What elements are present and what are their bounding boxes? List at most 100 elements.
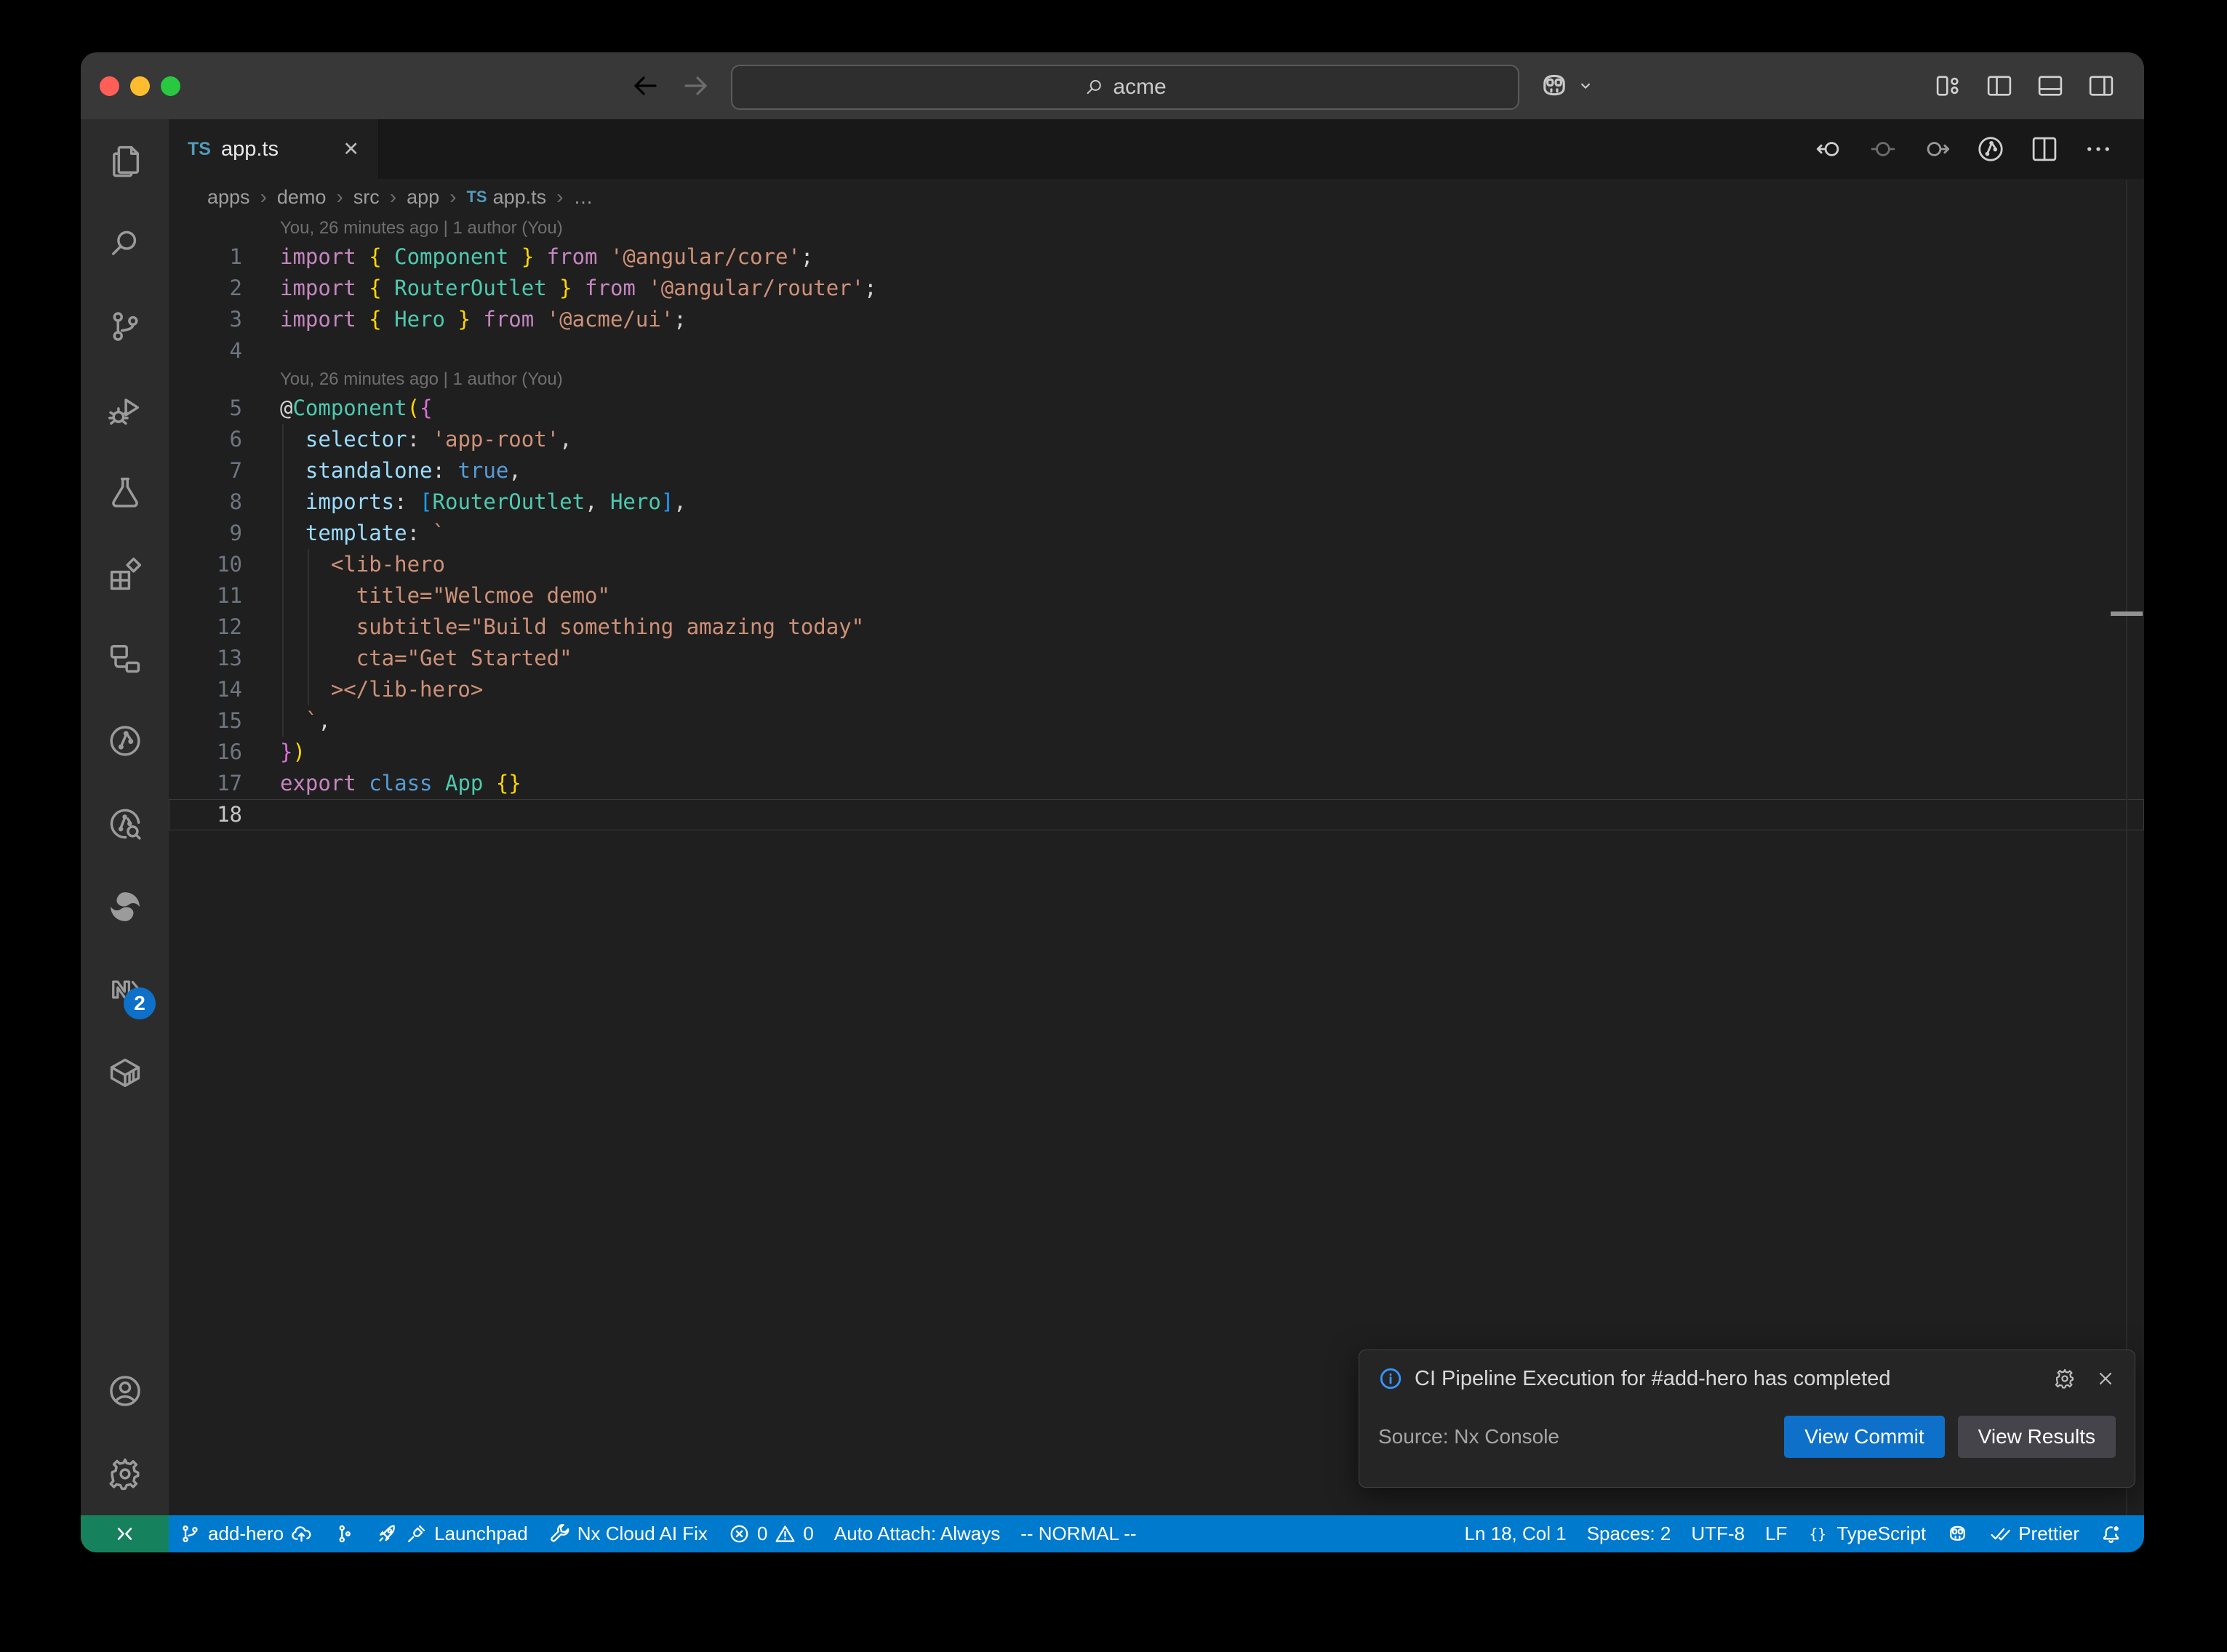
activity-run-debug[interactable] bbox=[81, 368, 169, 451]
back-button[interactable] bbox=[628, 68, 663, 103]
code-text: `, bbox=[242, 705, 331, 737]
error-circle-icon bbox=[728, 1523, 751, 1545]
copilot-icon bbox=[1946, 1523, 1969, 1545]
code-line-13: 13 cta="Get Started" bbox=[169, 643, 2144, 674]
notification-close-icon[interactable] bbox=[2095, 1368, 2116, 1389]
search-icon bbox=[1084, 76, 1105, 98]
breadcrumb-separator: › bbox=[556, 185, 563, 209]
code-text bbox=[242, 335, 280, 366]
status-formatter-prettier[interactable]: Prettier bbox=[1979, 1515, 2090, 1552]
git-blame-annotation[interactable]: You, 26 minutes ago | 1 author (You) bbox=[169, 215, 2144, 241]
toggle-panel-button[interactable] bbox=[2035, 71, 2066, 101]
window-controls bbox=[100, 76, 180, 96]
status-notifications-bell[interactable] bbox=[2090, 1515, 2132, 1552]
code-line-1: 1import { Component } from '@angular/cor… bbox=[169, 241, 2144, 273]
activity-swirl-extension[interactable] bbox=[81, 865, 169, 948]
activity-containers[interactable] bbox=[81, 1031, 169, 1114]
activity-gitlens-inspect[interactable] bbox=[81, 699, 169, 782]
notification-title: CI Pipeline Execution for #add-hero has … bbox=[1415, 1367, 2042, 1391]
close-tab-icon[interactable]: ✕ bbox=[343, 138, 359, 161]
activity-project-explorer[interactable] bbox=[81, 617, 169, 699]
code-text: @Component({ bbox=[242, 393, 433, 424]
status-eol-label: LF bbox=[1765, 1523, 1787, 1545]
tab-label: app.ts bbox=[221, 137, 279, 161]
more-actions-button[interactable] bbox=[2083, 134, 2114, 164]
status-commit-graph[interactable] bbox=[323, 1515, 366, 1552]
activity-explorer[interactable] bbox=[81, 119, 169, 202]
status-indentation[interactable]: Spaces: 2 bbox=[1577, 1515, 1682, 1552]
go-previous-change-button[interactable] bbox=[1814, 134, 1844, 164]
forward-button[interactable] bbox=[679, 68, 713, 103]
breadcrumb-item-app[interactable]: app bbox=[407, 186, 439, 209]
changes-button[interactable] bbox=[1868, 134, 1898, 164]
go-next-change-button[interactable] bbox=[1922, 134, 1952, 164]
view-results-button[interactable]: View Results bbox=[1958, 1416, 2116, 1458]
status-indentation-label: Spaces: 2 bbox=[1587, 1523, 1671, 1545]
code-line-16: 16}) bbox=[169, 737, 2144, 768]
breadcrumb-separator: › bbox=[336, 185, 343, 209]
toggle-secondary-sidebar-button[interactable] bbox=[2086, 71, 2116, 101]
status-encoding[interactable]: UTF-8 bbox=[1681, 1515, 1755, 1552]
breadcrumb-item-src[interactable]: src bbox=[353, 186, 380, 209]
code-line-17: 17export class App {} bbox=[169, 768, 2144, 799]
status-nx-cloud-ai-fix[interactable]: Nx Cloud AI Fix bbox=[538, 1515, 718, 1552]
activity-testing[interactable] bbox=[81, 451, 169, 534]
line-number: 1 bbox=[169, 241, 242, 273]
status-language-mode-label: TypeScript bbox=[1836, 1523, 1926, 1545]
activity-source-control[interactable] bbox=[81, 285, 169, 368]
breadcrumb-item-apps[interactable]: apps bbox=[207, 186, 250, 209]
activity-nx-console[interactable]: 2 bbox=[81, 948, 169, 1031]
status-launchpad[interactable]: Launchpad bbox=[366, 1515, 538, 1552]
activity-gitlens-search-compare[interactable] bbox=[81, 782, 169, 865]
command-center[interactable]: acme bbox=[731, 65, 1519, 110]
bell-dot-icon bbox=[2100, 1523, 2122, 1545]
code-line-18: 18 bbox=[169, 799, 2144, 830]
code-text: selector: 'app-root', bbox=[242, 424, 572, 455]
notification-settings-icon[interactable] bbox=[2053, 1367, 2076, 1390]
code-text: imports: [RouterOutlet, Hero], bbox=[242, 486, 687, 518]
activity-extensions[interactable] bbox=[81, 534, 169, 617]
status-left: add-hero Launchpad Nx Cloud AI Fix 00Auto A… bbox=[169, 1515, 1147, 1552]
activity-bar: 2 bbox=[81, 119, 169, 1515]
activity-accounts[interactable] bbox=[81, 1350, 169, 1432]
status-bar: add-hero Launchpad Nx Cloud AI Fix 00Auto A… bbox=[81, 1515, 2144, 1552]
status-vim-mode[interactable]: -- NORMAL -- bbox=[1010, 1515, 1146, 1552]
copilot-menu[interactable] bbox=[1538, 70, 1595, 102]
status-problems[interactable]: 00 bbox=[718, 1515, 824, 1552]
view-commit-button[interactable]: View Commit bbox=[1784, 1416, 1944, 1458]
customize-layout-button[interactable] bbox=[1933, 71, 1964, 101]
status-language-mode[interactable]: {} TypeScript bbox=[1797, 1515, 1936, 1552]
status-eol[interactable]: LF bbox=[1755, 1515, 1797, 1552]
breadcrumb-item-demo[interactable]: demo bbox=[277, 186, 327, 209]
close-window-button[interactable] bbox=[100, 76, 119, 96]
activity-search[interactable] bbox=[81, 202, 169, 285]
minimize-window-button[interactable] bbox=[130, 76, 150, 96]
git-blame-annotation[interactable]: You, 26 minutes ago | 1 author (You) bbox=[169, 366, 2144, 393]
activity-settings[interactable] bbox=[81, 1432, 169, 1515]
svg-text:{}: {} bbox=[1810, 1526, 1826, 1543]
code-editor[interactable]: You, 26 minutes ago | 1 author (You)1imp… bbox=[169, 215, 2144, 830]
status-cursor-position[interactable]: Ln 18, Col 1 bbox=[1454, 1515, 1576, 1552]
braces-icon: {} bbox=[1807, 1523, 1830, 1545]
line-number: 12 bbox=[169, 612, 242, 643]
tab-app-ts[interactable]: TS app.ts ✕ bbox=[169, 119, 379, 179]
activity-nx-console-badge: 2 bbox=[124, 987, 156, 1019]
commit-graph-icon bbox=[333, 1523, 356, 1545]
rocket-icon bbox=[376, 1523, 399, 1545]
breadcrumb-item-app-ts[interactable]: TSapp.ts bbox=[466, 186, 546, 209]
status-copilot-status[interactable] bbox=[1936, 1515, 1979, 1552]
split-editor-button[interactable] bbox=[2029, 134, 2060, 164]
zoom-window-button[interactable] bbox=[161, 76, 180, 96]
toggle-primary-sidebar-button[interactable] bbox=[1984, 71, 2015, 101]
line-number: 14 bbox=[169, 674, 242, 705]
commit-graph-button[interactable] bbox=[1975, 134, 2006, 164]
breadcrumb-item--[interactable]: … bbox=[574, 186, 593, 209]
code-text: import { Hero } from '@acme/ui'; bbox=[242, 304, 687, 335]
vscode-window: acme 2 TS app.ts ✕ apps›demo›src›app›TSa… bbox=[81, 52, 2144, 1552]
status-nx-cloud-ai-fix-label: Nx Cloud AI Fix bbox=[577, 1523, 708, 1545]
status-auto-attach[interactable]: Auto Attach: Always bbox=[824, 1515, 1010, 1552]
remote-indicator[interactable] bbox=[81, 1515, 169, 1552]
history-nav bbox=[628, 68, 713, 103]
status-git-branch[interactable]: add-hero bbox=[169, 1515, 323, 1552]
typescript-file-icon: TS bbox=[466, 188, 487, 206]
